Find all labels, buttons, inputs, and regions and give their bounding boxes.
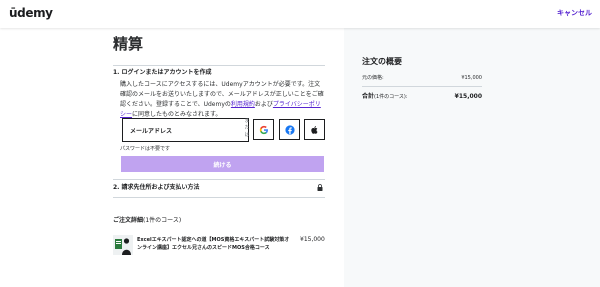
total-count: (1件のコース): (374, 94, 408, 100)
logo-text: ūdemy (9, 6, 53, 20)
summary-title: 注文の概要 (362, 57, 402, 66)
divider (113, 65, 325, 66)
original-price-row: 元の価格: ¥15,000 (362, 75, 482, 82)
step2-title[interactable]: 2. 請求先住所および支払い方法 (113, 184, 200, 192)
original-price-value: ¥15,000 (461, 75, 482, 81)
or-label: または (244, 118, 250, 138)
order-details-title: ご注文詳細(1件のコース) (113, 217, 182, 224)
course-price: ¥15,000 (300, 236, 325, 243)
total-row: 合計(1件のコース): ¥15,000 (362, 93, 482, 101)
top-header: ūdemy キャンセル (0, 0, 600, 28)
summary-divider (362, 86, 482, 87)
apple-icon (311, 125, 318, 134)
lock-icon (317, 184, 323, 191)
page-title: 精算 (113, 35, 144, 53)
total-value: ¥15,000 (454, 93, 482, 100)
course-name: Excelエキスパート認定への道【MOS資格エキスパート試験対策オンライン講座】… (137, 237, 290, 251)
google-login-button[interactable] (253, 119, 274, 140)
divider (113, 179, 325, 180)
email-field[interactable]: メールアドレス (122, 118, 249, 142)
continue-button[interactable]: 続ける (121, 156, 324, 172)
apple-login-button[interactable] (304, 119, 325, 140)
udemy-logo[interactable]: ūdemy (9, 5, 53, 21)
original-price-label: 元の価格: (362, 75, 384, 81)
account-description: 購入したコースにアクセスするには、Udemyアカウントが必要です。注文確認のメー… (120, 81, 324, 118)
facebook-icon (284, 124, 295, 135)
password-note: パスワードは不要です (120, 146, 171, 152)
terms-link[interactable]: 利用規約 (231, 101, 255, 108)
facebook-login-button[interactable] (279, 119, 300, 140)
course-thumbnail (113, 235, 133, 255)
divider (113, 197, 325, 198)
google-icon (259, 125, 268, 134)
step1-title: 1. ログインまたはアカウントを作成 (113, 69, 212, 76)
cancel-link[interactable]: キャンセル (557, 8, 592, 18)
total-label: 合計 (362, 93, 375, 100)
